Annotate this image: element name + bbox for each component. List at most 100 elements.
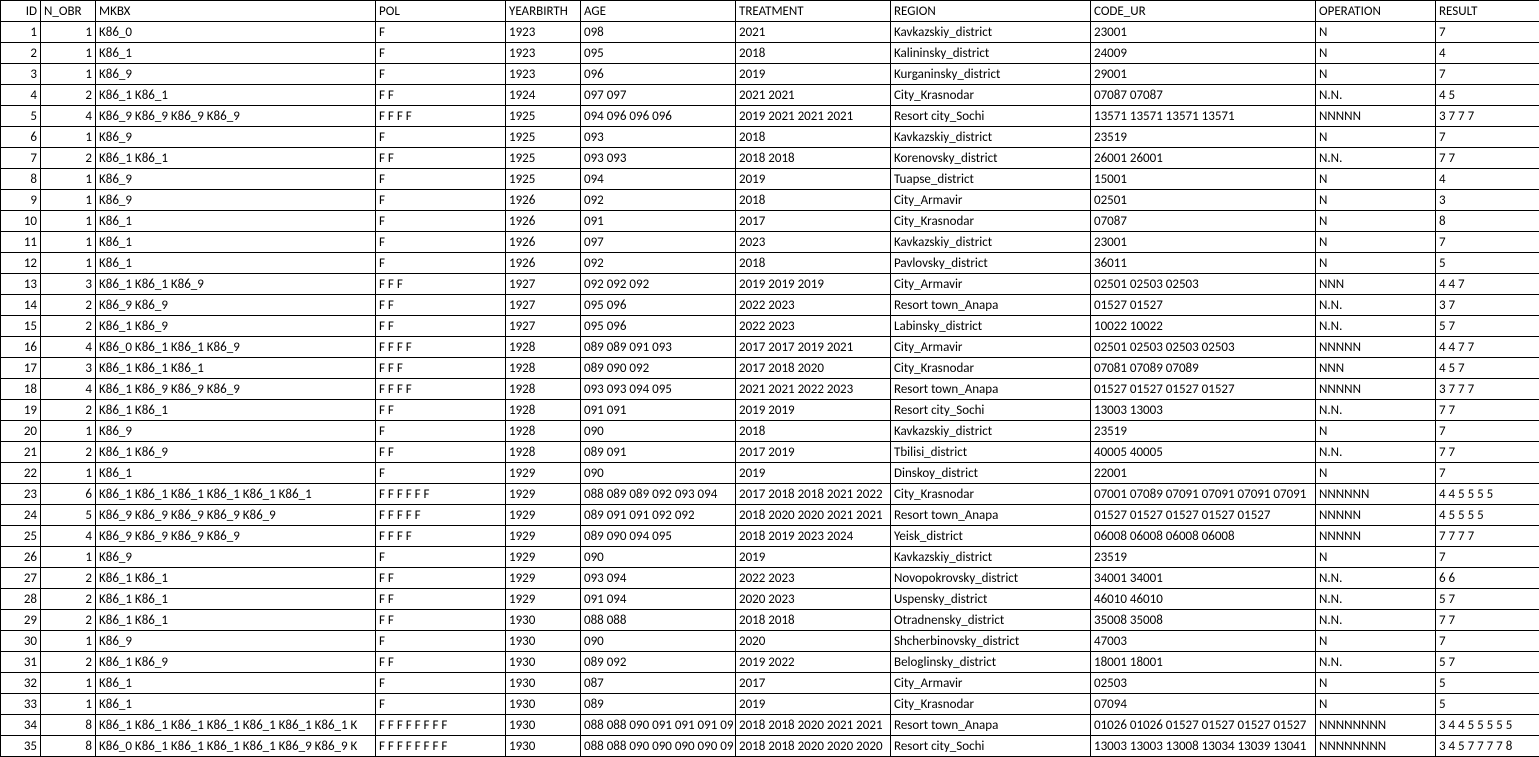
cell-code: 22001 — [1091, 463, 1316, 484]
cell-result: 7 7 7 7 — [1436, 526, 1539, 547]
cell-result: 3 4 4 5 5 5 5 5 — [1436, 715, 1539, 736]
cell-result: 3 7 7 7 — [1436, 379, 1539, 400]
cell-code: 23519 — [1091, 421, 1316, 442]
cell-op: N — [1316, 211, 1436, 232]
cell-id: 2 — [1, 43, 41, 64]
cell-region: Resort city_Sochi — [891, 736, 1091, 757]
cell-code: 10022 10022 — [1091, 316, 1316, 337]
cell-region: Resort city_Sochi — [891, 400, 1091, 421]
cell-year: 1923 — [506, 43, 581, 64]
cell-pol: F — [376, 253, 506, 274]
cell-n_obr: 2 — [41, 568, 96, 589]
cell-op: N — [1316, 64, 1436, 85]
cell-id: 3 — [1, 64, 41, 85]
table-row: 72K86_1 K86_1F F1925093 0932018 2018Kore… — [1, 148, 1539, 169]
cell-code: 01026 01026 01527 01527 01527 01527 — [1091, 715, 1316, 736]
cell-id: 9 — [1, 190, 41, 211]
cell-pol: F F — [376, 589, 506, 610]
col-yearbirth: YEARBIRTH — [506, 1, 581, 22]
cell-year: 1926 — [506, 211, 581, 232]
cell-result: 7 — [1436, 631, 1539, 652]
cell-pol: F — [376, 673, 506, 694]
cell-n_obr: 2 — [41, 589, 96, 610]
cell-age: 089 089 091 093 — [581, 337, 736, 358]
cell-code: 07081 07089 07089 — [1091, 358, 1316, 379]
cell-n_obr: 3 — [41, 274, 96, 295]
cell-region: Kavkazskiy_district — [891, 232, 1091, 253]
cell-result: 4 4 5 5 5 5 — [1436, 484, 1539, 505]
cell-year: 1929 — [506, 589, 581, 610]
cell-op: N — [1316, 421, 1436, 442]
col-nobr: N_OBR — [41, 1, 96, 22]
cell-n_obr: 1 — [41, 631, 96, 652]
cell-mkbx: K86_1 K86_1 K86_1 — [96, 358, 376, 379]
cell-treat: 2018 2018 — [736, 148, 891, 169]
cell-mkbx: K86_9 K86_9 K86_9 K86_9 — [96, 526, 376, 547]
cell-result: 5 — [1436, 253, 1539, 274]
cell-age: 089 090 094 095 — [581, 526, 736, 547]
cell-op: N.N. — [1316, 610, 1436, 631]
cell-year: 1928 — [506, 421, 581, 442]
cell-region: City_Armavir — [891, 274, 1091, 295]
cell-age: 089 090 092 — [581, 358, 736, 379]
cell-op: N — [1316, 253, 1436, 274]
cell-treat: 2021 2021 2022 2023 — [736, 379, 891, 400]
cell-code: 34001 34001 — [1091, 568, 1316, 589]
cell-n_obr: 4 — [41, 337, 96, 358]
cell-pol: F — [376, 211, 506, 232]
cell-result: 7 7 — [1436, 442, 1539, 463]
cell-id: 4 — [1, 85, 41, 106]
table-row: 164K86_0 K86_1 K86_1 K86_9F F F F1928089… — [1, 337, 1539, 358]
cell-op: NNNNN — [1316, 379, 1436, 400]
cell-pol: F F F F F F — [376, 484, 506, 505]
cell-mkbx: K86_1 K86_1 — [96, 589, 376, 610]
cell-region: Resort city_Sochi — [891, 106, 1091, 127]
table-row: 245K86_9 K86_9 K86_9 K86_9 K86_9F F F F … — [1, 505, 1539, 526]
cell-code: 02501 02503 02503 — [1091, 274, 1316, 295]
cell-mkbx: K86_0 — [96, 22, 376, 43]
table-row: 272K86_1 K86_1F F1929093 0942022 2023Nov… — [1, 568, 1539, 589]
cell-region: Yeisk_district — [891, 526, 1091, 547]
table-row: 282K86_1 K86_1F F1929091 0942020 2023Usp… — [1, 589, 1539, 610]
table-row: 133K86_1 K86_1 K86_9F F F1927092 092 092… — [1, 274, 1539, 295]
cell-mkbx: K86_1 — [96, 673, 376, 694]
cell-mkbx: K86_9 — [96, 127, 376, 148]
cell-age: 087 — [581, 673, 736, 694]
cell-year: 1926 — [506, 232, 581, 253]
cell-op: NNNNNNNN — [1316, 715, 1436, 736]
cell-region: City_Krasnodar — [891, 484, 1091, 505]
cell-result: 7 — [1436, 421, 1539, 442]
cell-id: 8 — [1, 169, 41, 190]
cell-id: 5 — [1, 106, 41, 127]
cell-op: N — [1316, 43, 1436, 64]
cell-mkbx: K86_1 K86_9 — [96, 316, 376, 337]
cell-result: 4 4 7 — [1436, 274, 1539, 295]
cell-year: 1930 — [506, 652, 581, 673]
cell-result: 3 — [1436, 190, 1539, 211]
cell-year: 1923 — [506, 22, 581, 43]
cell-code: 29001 — [1091, 64, 1316, 85]
cell-result: 3 7 — [1436, 295, 1539, 316]
cell-n_obr: 1 — [41, 64, 96, 85]
cell-treat: 2019 — [736, 169, 891, 190]
table-row: 312K86_1 K86_9F F1930089 0922019 2022Bel… — [1, 652, 1539, 673]
cell-n_obr: 1 — [41, 169, 96, 190]
cell-year: 1929 — [506, 526, 581, 547]
cell-pol: F — [376, 631, 506, 652]
cell-result: 4 4 7 7 — [1436, 337, 1539, 358]
cell-code: 13003 13003 13008 13034 13039 13041 — [1091, 736, 1316, 757]
table-row: 81K86_9F19250942019Tuapse_district15001N… — [1, 169, 1539, 190]
cell-year: 1927 — [506, 295, 581, 316]
cell-n_obr: 2 — [41, 442, 96, 463]
col-region: REGION — [891, 1, 1091, 22]
cell-op: N — [1316, 631, 1436, 652]
table-row: 221K86_1F19290902019Dinskoy_district2200… — [1, 463, 1539, 484]
cell-id: 12 — [1, 253, 41, 274]
cell-treat: 2020 2023 — [736, 589, 891, 610]
cell-id: 10 — [1, 211, 41, 232]
cell-mkbx: K86_9 K86_9 — [96, 295, 376, 316]
cell-treat: 2022 2023 — [736, 316, 891, 337]
cell-op: N.N. — [1316, 85, 1436, 106]
cell-n_obr: 2 — [41, 295, 96, 316]
cell-code: 02501 02503 02503 02503 — [1091, 337, 1316, 358]
